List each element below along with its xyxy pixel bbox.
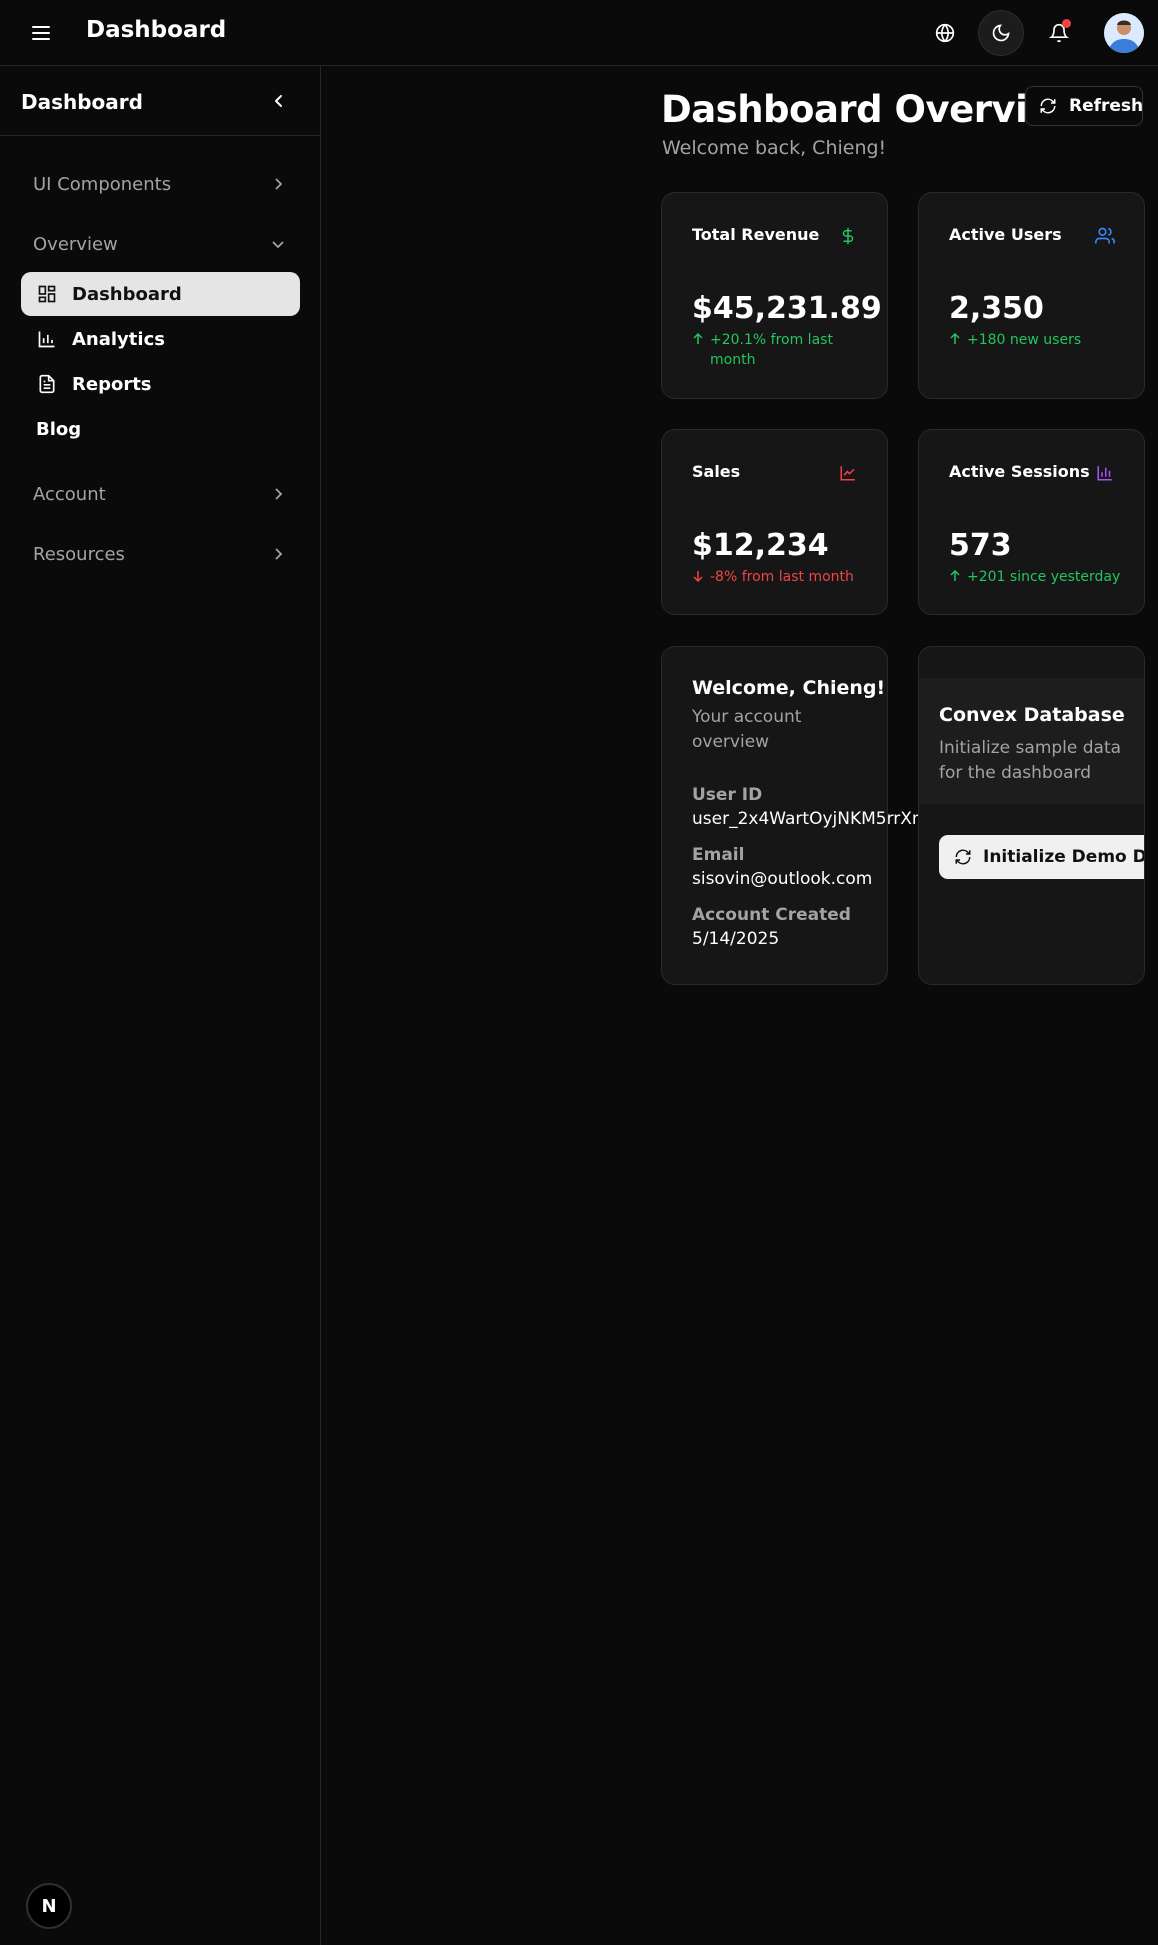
sidebar-group-label: Resources: [33, 543, 125, 565]
users-icon: [1094, 225, 1116, 247]
stat-delta-text: -8% from last month: [710, 569, 854, 585]
sidebar-item-dashboard[interactable]: Dashboard: [21, 272, 300, 316]
sidebar-item-label: Dashboard: [72, 283, 182, 305]
stat-card-sales: Sales $12,234 -8% from last month: [661, 429, 888, 615]
stat-delta: +201 since yesterday: [949, 567, 1120, 587]
arrow-up-icon: [949, 330, 967, 350]
sidebar-item-label: Reports: [72, 373, 152, 395]
sidebar-group-overview[interactable]: Overview: [21, 222, 299, 266]
email-value: sisovin@outlook.com: [692, 869, 873, 889]
arrow-down-icon: [692, 567, 710, 587]
app-title: Dashboard: [86, 17, 227, 43]
account-created-label: Account Created: [692, 905, 851, 925]
arrow-up-icon: [949, 567, 967, 587]
stat-title: Total Revenue: [692, 225, 820, 244]
chevron-left-icon[interactable]: [268, 90, 290, 112]
bar-chart-icon: [34, 326, 60, 352]
sidebar-group-label: Account: [33, 483, 106, 505]
account-created-value: 5/14/2025: [692, 929, 780, 949]
initialize-demo-data-button[interactable]: Initialize Demo Data: [939, 835, 1144, 879]
refresh-icon: [953, 847, 973, 867]
stat-value: 573: [949, 528, 1012, 563]
refresh-icon: [1039, 96, 1057, 116]
sidebar-group-account[interactable]: Account: [21, 472, 299, 516]
dollar-icon: [837, 225, 859, 247]
sidebar: Dashboard UI Components Overview Dashboa…: [0, 66, 321, 1945]
arrow-up-icon: [692, 330, 710, 370]
next-dev-badge[interactable]: N: [26, 1883, 72, 1929]
top-bar: Dashboard: [0, 0, 1158, 66]
stat-delta: +180 new users: [949, 330, 1081, 350]
sidebar-group-ui-components[interactable]: UI Components: [21, 162, 299, 206]
stat-value: $12,234: [692, 528, 829, 563]
refresh-label: Refresh: [1069, 96, 1144, 116]
email-label: Email: [692, 845, 745, 865]
sidebar-item-label: Analytics: [72, 328, 165, 350]
avatar[interactable]: [1104, 13, 1144, 53]
refresh-button[interactable]: Refresh: [1025, 86, 1143, 126]
convex-title: Convex Database: [939, 704, 1125, 726]
convex-subtitle: Initialize sample data for the dashboard: [939, 738, 1122, 783]
welcome-card: Welcome, Chieng! Your account overview U…: [661, 646, 920, 985]
chevron-right-icon: [269, 545, 287, 563]
globe-icon[interactable]: [926, 14, 964, 52]
initialize-demo-data-label: Initialize Demo Data: [983, 847, 1144, 867]
chevron-right-icon: [269, 175, 287, 193]
sidebar-item-blog[interactable]: Blog: [21, 407, 300, 451]
stat-value: 2,350: [949, 291, 1044, 326]
sidebar-title: Dashboard: [21, 90, 143, 114]
user-id-label: User ID: [692, 785, 763, 805]
stat-card-revenue: Total Revenue $45,231.89 +20.1% from las…: [661, 192, 888, 399]
convex-card: Convex Database Initialize sample data f…: [918, 646, 1145, 985]
menu-icon[interactable]: [28, 20, 54, 46]
page-subtitle: Welcome back, Chieng!: [662, 137, 887, 159]
stat-delta-text: +180 new users: [967, 332, 1082, 348]
sidebar-item-reports[interactable]: Reports: [21, 362, 300, 406]
page-title: Dashboard Overview: [661, 88, 1086, 131]
stat-value: $45,231.89: [692, 291, 882, 326]
sidebar-group-resources[interactable]: Resources: [21, 532, 299, 576]
stat-delta-text: +201 since yesterday: [967, 569, 1121, 585]
stat-title: Active Users: [949, 225, 1062, 244]
bar-chart-icon: [1094, 462, 1116, 484]
moon-icon[interactable]: [978, 10, 1024, 56]
sidebar-group-label: UI Components: [33, 173, 172, 195]
sidebar-item-analytics[interactable]: Analytics: [21, 317, 300, 361]
stat-delta: +20.1% from last month: [692, 330, 842, 370]
welcome-title: Welcome, Chieng!: [692, 677, 886, 699]
dashboard-grid-icon: [34, 281, 60, 307]
stat-delta-text: +20.1% from last month: [710, 332, 833, 368]
line-chart-icon: [837, 462, 859, 484]
stat-delta: -8% from last month: [692, 567, 854, 587]
chevron-right-icon: [269, 485, 287, 503]
stat-card-sessions: Active Sessions 573 +201 since yesterday: [918, 429, 1145, 615]
notification-dot: [1062, 19, 1071, 28]
stat-card-users: Active Users 2,350 +180 new users: [918, 192, 1145, 399]
stat-title: Sales: [692, 462, 741, 481]
convex-card-header: Convex Database Initialize sample data f…: [919, 678, 1144, 804]
sidebar-item-label: Blog: [36, 418, 82, 440]
file-text-icon: [34, 371, 60, 397]
stat-title: Active Sessions: [949, 462, 1090, 481]
welcome-subtitle: Your account overview: [692, 707, 802, 752]
chevron-down-icon: [269, 235, 287, 253]
sidebar-header: Dashboard: [0, 66, 320, 136]
user-id-value: user_2x4WartOyjNKM5rrXmh: [692, 809, 920, 829]
sidebar-group-label: Overview: [33, 233, 118, 255]
bell-icon[interactable]: [1040, 14, 1078, 52]
